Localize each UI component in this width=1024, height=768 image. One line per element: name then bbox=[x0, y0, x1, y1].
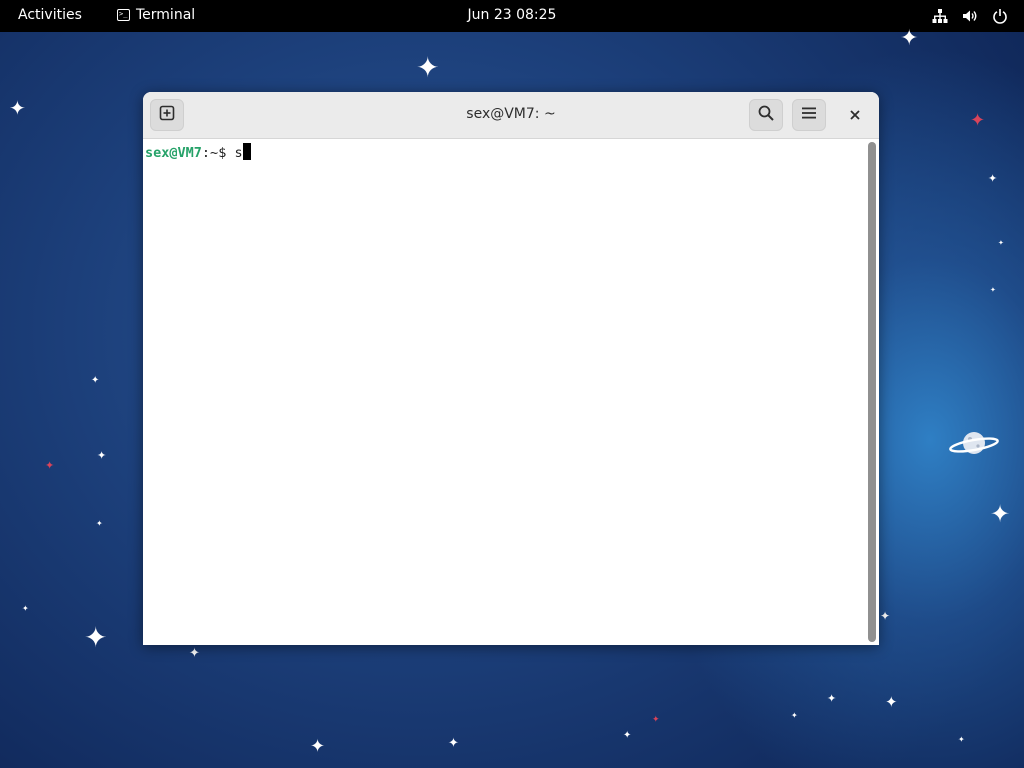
star-decoration: ✦ bbox=[958, 735, 965, 744]
volume-icon[interactable] bbox=[962, 8, 978, 24]
new-tab-button[interactable] bbox=[150, 99, 184, 131]
scrollbar[interactable] bbox=[868, 142, 876, 642]
close-button[interactable] bbox=[839, 99, 871, 131]
header-bar[interactable]: sex@VM7: ~ bbox=[143, 92, 879, 139]
star-decoration: ✦ bbox=[623, 730, 632, 741]
app-menu-label: Terminal bbox=[136, 7, 196, 23]
star-decoration: ✦ bbox=[448, 736, 459, 751]
star-decoration: ✦ bbox=[45, 459, 55, 472]
menu-button[interactable] bbox=[792, 99, 826, 131]
star-decoration: ✦ bbox=[988, 172, 998, 185]
system-tray[interactable] bbox=[932, 8, 1008, 24]
app-menu[interactable]: >_ Terminal bbox=[117, 7, 195, 23]
top-bar: Activities >_ Terminal Jun 23 08:25 bbox=[0, 0, 1024, 32]
star-decoration: ✦ bbox=[310, 736, 326, 757]
terminal-text-area[interactable]: sex@VM7:~$ s bbox=[143, 139, 865, 645]
star-decoration: ✦ bbox=[998, 239, 1004, 247]
network-icon[interactable] bbox=[932, 8, 948, 24]
star-decoration: ✦ bbox=[9, 96, 26, 120]
star-decoration: ✦ bbox=[84, 621, 108, 654]
search-button[interactable] bbox=[749, 99, 783, 131]
star-decoration: ✦ bbox=[880, 609, 891, 623]
star-decoration: ✦ bbox=[96, 519, 103, 528]
clock[interactable]: Jun 23 08:25 bbox=[468, 7, 557, 23]
close-icon bbox=[849, 106, 861, 125]
terminal-window: sex@VM7: ~ sex@VM7:~$ s bbox=[143, 92, 879, 645]
star-decoration: ✦ bbox=[91, 375, 100, 386]
hamburger-menu-icon bbox=[801, 105, 817, 125]
planet-decoration bbox=[948, 428, 1000, 464]
prompt-line: sex@VM7:~$ s bbox=[145, 143, 251, 161]
prompt-separator: : bbox=[201, 145, 211, 161]
text-cursor bbox=[242, 143, 251, 160]
terminal-app-icon: >_ bbox=[117, 9, 130, 21]
activities-button[interactable]: Activities bbox=[18, 7, 82, 23]
star-decoration: ✦ bbox=[22, 604, 29, 613]
typed-command: s bbox=[234, 145, 243, 161]
star-decoration: ✦ bbox=[97, 449, 107, 462]
star-decoration: ✦ bbox=[652, 715, 660, 725]
star-decoration: ✦ bbox=[970, 110, 986, 131]
new-tab-icon bbox=[159, 105, 175, 125]
star-decoration: ✦ bbox=[189, 646, 200, 661]
star-decoration: ✦ bbox=[990, 286, 996, 294]
star-decoration: ✦ bbox=[791, 711, 798, 720]
prompt-symbol: $ bbox=[218, 145, 235, 161]
star-decoration: ✦ bbox=[990, 500, 1011, 528]
prompt-path: ~ bbox=[210, 145, 219, 161]
star-decoration: ✦ bbox=[900, 26, 919, 51]
star-decoration: ✦ bbox=[416, 51, 440, 84]
power-icon[interactable] bbox=[992, 8, 1008, 24]
star-decoration: ✦ bbox=[885, 693, 898, 711]
search-icon bbox=[758, 105, 774, 125]
prompt-user: sex@VM7 bbox=[145, 145, 202, 161]
star-decoration: ✦ bbox=[827, 692, 837, 705]
